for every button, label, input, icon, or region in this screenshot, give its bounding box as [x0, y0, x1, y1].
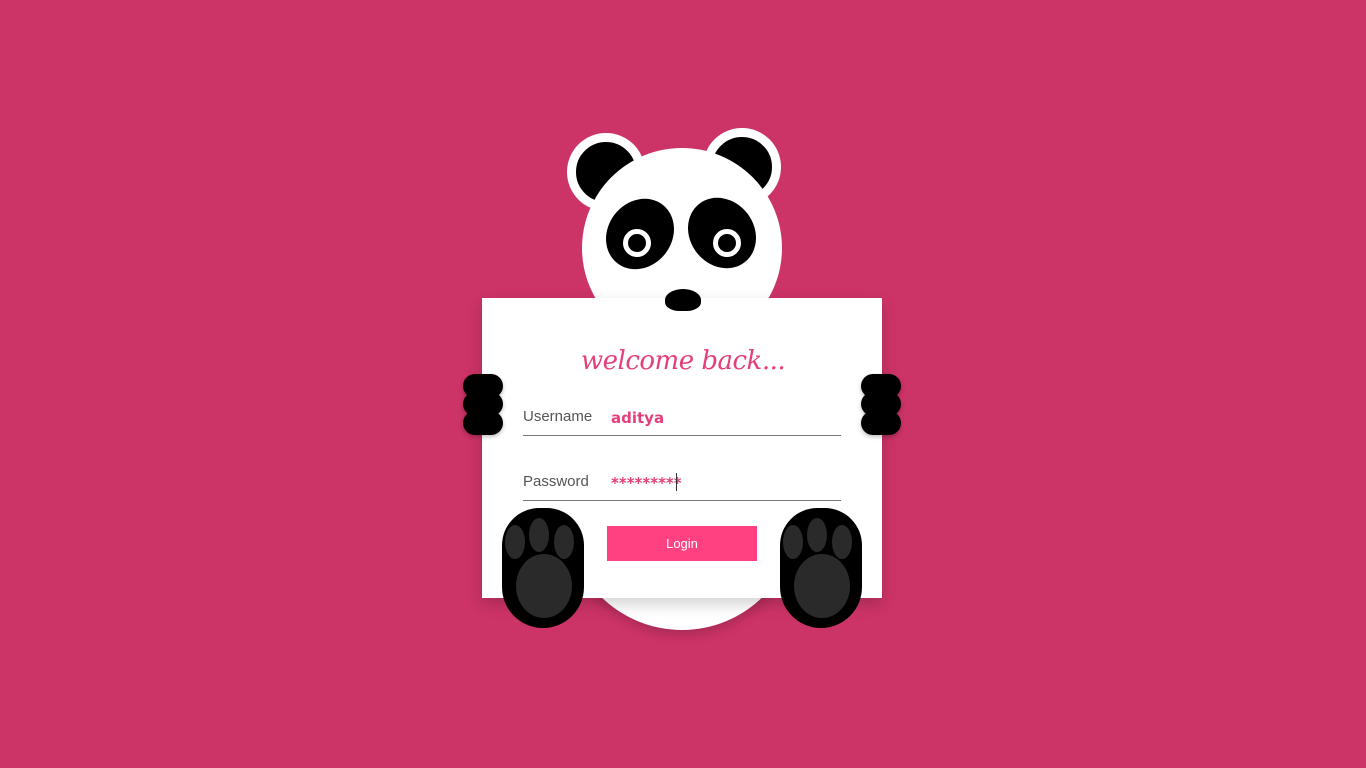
- panda-left-eye: [623, 229, 651, 257]
- toe-pad: [807, 518, 827, 552]
- toe-pad: [529, 518, 549, 552]
- panda-nose: [665, 289, 701, 311]
- finger: [861, 411, 901, 435]
- password-input[interactable]: [611, 472, 836, 494]
- text-cursor: [676, 473, 677, 491]
- panda-right-foot: [780, 508, 862, 628]
- username-input[interactable]: [611, 407, 836, 429]
- toe-pad: [505, 525, 525, 559]
- foot-pad: [794, 554, 850, 618]
- username-field: Username: [523, 401, 841, 436]
- toe-pad: [783, 525, 803, 559]
- toe-pad: [832, 525, 852, 559]
- panda-left-hand: [463, 374, 503, 436]
- login-scene: welcome back... Username Password Login: [0, 0, 1366, 768]
- toe-pad: [554, 525, 574, 559]
- finger: [463, 411, 503, 435]
- foot-pad: [516, 554, 572, 618]
- panda-right-hand: [861, 374, 901, 436]
- username-label: Username: [523, 408, 593, 425]
- password-field: Password: [523, 466, 841, 501]
- panda-right-eye: [713, 229, 741, 257]
- password-label: Password: [523, 473, 589, 490]
- login-button[interactable]: Login: [607, 526, 757, 561]
- panda-left-foot: [502, 508, 584, 628]
- welcome-heading: welcome back...: [580, 346, 786, 376]
